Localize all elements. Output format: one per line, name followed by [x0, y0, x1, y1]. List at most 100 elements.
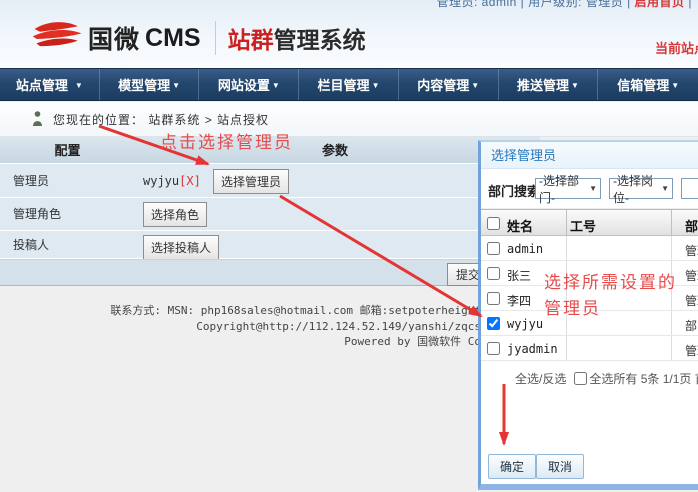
column-config: 配置	[0, 137, 135, 164]
nav-label: 模型管理	[118, 75, 170, 94]
chevron-down-icon: ▼	[471, 81, 479, 90]
brand-divider	[215, 21, 216, 55]
footer-contact: 联系方式: MSN: php168sales@hotmail.com 邮箱:se…	[0, 303, 481, 319]
row-name: jyadmin	[507, 342, 558, 356]
enable-homepage-link[interactable]: 启用首页	[635, 0, 685, 9]
product-name-red: 站群	[228, 21, 274, 55]
user-info: 管理员: admin | 用户级别: 管理员 |	[436, 0, 634, 9]
chevron-down-icon: ▼	[272, 81, 280, 90]
dept-search-label: 部门搜索	[488, 181, 540, 200]
chevron-down-icon: ▼	[671, 81, 679, 90]
row-department: 管理	[685, 292, 698, 309]
dialog-pagination: 全选/反选全选所有 5条 1/1页 首页	[481, 361, 698, 391]
row-department: 管理	[685, 242, 698, 259]
table-row-admin: 管理员 wyjyu[X] 选择管理员	[0, 164, 540, 198]
record-count: 5条	[641, 372, 660, 386]
nav-label: 推送管理	[517, 75, 569, 94]
annotation-select-needed-1: 选择所需设置的	[544, 268, 677, 293]
nav-column-management[interactable]: 栏目管理▼	[299, 69, 399, 100]
row-checkbox[interactable]	[487, 342, 500, 355]
logo: 国微 CMS 站群 管理系统	[30, 20, 366, 56]
position-select[interactable]: -选择岗位- ▼	[609, 178, 673, 199]
nav-label: 栏目管理	[318, 75, 370, 94]
nav-site-management[interactable]: 站点管理 ▼	[0, 69, 100, 100]
chevron-down-icon: ▼	[75, 81, 83, 90]
row-department: 部门	[685, 317, 698, 334]
page-indicator: 1/1页	[663, 372, 692, 386]
chevron-down-icon: ▼	[172, 81, 180, 90]
current-site-label: 当前站点	[655, 38, 698, 57]
dialog-search-row: 部门搜索 -选择部门- ▼ -选择岗位- ▼	[481, 169, 698, 209]
remove-admin-mark[interactable]: [X]	[179, 174, 201, 188]
user-info-sep: |	[685, 0, 692, 9]
footer-copyright: Copyright@http://112.124.52.149/yanshi/z…	[0, 319, 481, 335]
select-contributor-button[interactable]: 选择投稿人	[143, 235, 219, 260]
nav-mailbox-management[interactable]: 信箱管理▼	[598, 69, 698, 100]
chevron-down-icon: ▼	[372, 81, 380, 90]
cancel-button[interactable]: 取消	[536, 454, 584, 479]
breadcrumb-path: 站群系统 > 站点授权	[148, 113, 269, 127]
toggle-select-link[interactable]: 全选/反选	[515, 372, 566, 386]
row-checkbox[interactable]	[487, 292, 500, 305]
column-employee-id: 工号	[570, 216, 596, 235]
keyword-input[interactable]	[681, 178, 698, 199]
select-all-label: 全选所有	[589, 372, 637, 386]
column-params: 参数	[322, 137, 348, 164]
flame-logo-icon	[30, 20, 86, 56]
breadcrumb: 您现在的位置： 站群系统 > 站点授权	[53, 111, 269, 128]
table-row-role: 管理角色 选择角色	[0, 198, 540, 231]
select-all-checkbox[interactable]	[487, 217, 500, 230]
nav-label: 站点管理	[16, 75, 68, 94]
admin-list-row[interactable]: jyadmin 管理	[481, 336, 698, 361]
row-department: 管理	[685, 267, 698, 284]
annotation-click-select-admin: 点击选择管理员	[160, 128, 293, 153]
row-label: 管理员	[13, 164, 49, 198]
brand-name-en: CMS	[145, 24, 201, 53]
nav-model-management[interactable]: 模型管理▼	[100, 69, 200, 100]
page-footer: 联系方式: MSN: php168sales@hotmail.com 邮箱:se…	[0, 303, 481, 350]
submit-row: 提交	[0, 259, 540, 286]
select-admin-button[interactable]: 选择管理员	[213, 169, 289, 194]
person-icon	[32, 111, 43, 127]
row-label: 投稿人	[13, 231, 49, 259]
nav-label: 信箱管理	[617, 75, 669, 94]
row-department: 管理	[685, 342, 698, 359]
brand-name-cn: 国微	[88, 20, 140, 56]
chevron-down-icon: ▼	[661, 184, 669, 193]
row-checkbox[interactable]	[487, 317, 500, 330]
column-name: 姓名	[507, 216, 533, 235]
admin-username: wyjyu	[143, 174, 179, 188]
chevron-down-icon: ▼	[589, 184, 597, 193]
breadcrumb-prefix: 您现在的位置：	[53, 113, 144, 127]
nav-push-management[interactable]: 推送管理▼	[499, 69, 599, 100]
top-header: 管理员: admin | 用户级别: 管理员 | 启用首页 | 国微 CMS 站…	[0, 0, 698, 68]
department-select[interactable]: -选择部门- ▼	[535, 178, 601, 199]
row-name: admin	[507, 242, 543, 256]
app-window: 管理员: admin | 用户级别: 管理员 | 启用首页 | 国微 CMS 站…	[0, 0, 698, 492]
chevron-down-icon: ▼	[571, 81, 579, 90]
dialog-title: 选择管理员	[481, 142, 698, 169]
select-role-button[interactable]: 选择角色	[143, 202, 207, 227]
dialog-table-header: 姓名 工号 部门	[481, 209, 698, 236]
breadcrumb-bar: 您现在的位置： 站群系统 > 站点授权	[0, 102, 698, 137]
row-name: 李四	[507, 292, 531, 309]
main-nav: 站点管理▼ 模型管理▼ 网站设置▼ 栏目管理▼ 内容管理▼ 推送管理▼ 信箱管理…	[0, 68, 698, 101]
admin-list-row[interactable]: admin 管理	[481, 236, 698, 261]
product-name-black: 管理系统	[274, 21, 366, 55]
nav-label: 内容管理	[417, 75, 469, 94]
select-all-pages-checkbox[interactable]	[574, 372, 587, 385]
department-select-value: -选择部门-	[539, 172, 586, 206]
column-department: 部门	[685, 216, 698, 235]
row-checkbox[interactable]	[487, 267, 500, 280]
row-name: 张三	[507, 267, 531, 284]
row-label: 管理角色	[13, 198, 61, 231]
nav-website-settings[interactable]: 网站设置▼	[199, 69, 299, 100]
ok-button[interactable]: 确定	[488, 454, 536, 479]
admin-value: wyjyu[X]	[143, 174, 201, 188]
footer-powered-by: Powered by 国微软件 Co	[0, 334, 481, 350]
nav-content-management[interactable]: 内容管理▼	[399, 69, 499, 100]
row-name: wyjyu	[507, 317, 543, 331]
dialog-buttons: 确定 取消	[481, 454, 698, 478]
row-checkbox[interactable]	[487, 242, 500, 255]
table-row-contributor: 投稿人 选择投稿人	[0, 231, 540, 259]
